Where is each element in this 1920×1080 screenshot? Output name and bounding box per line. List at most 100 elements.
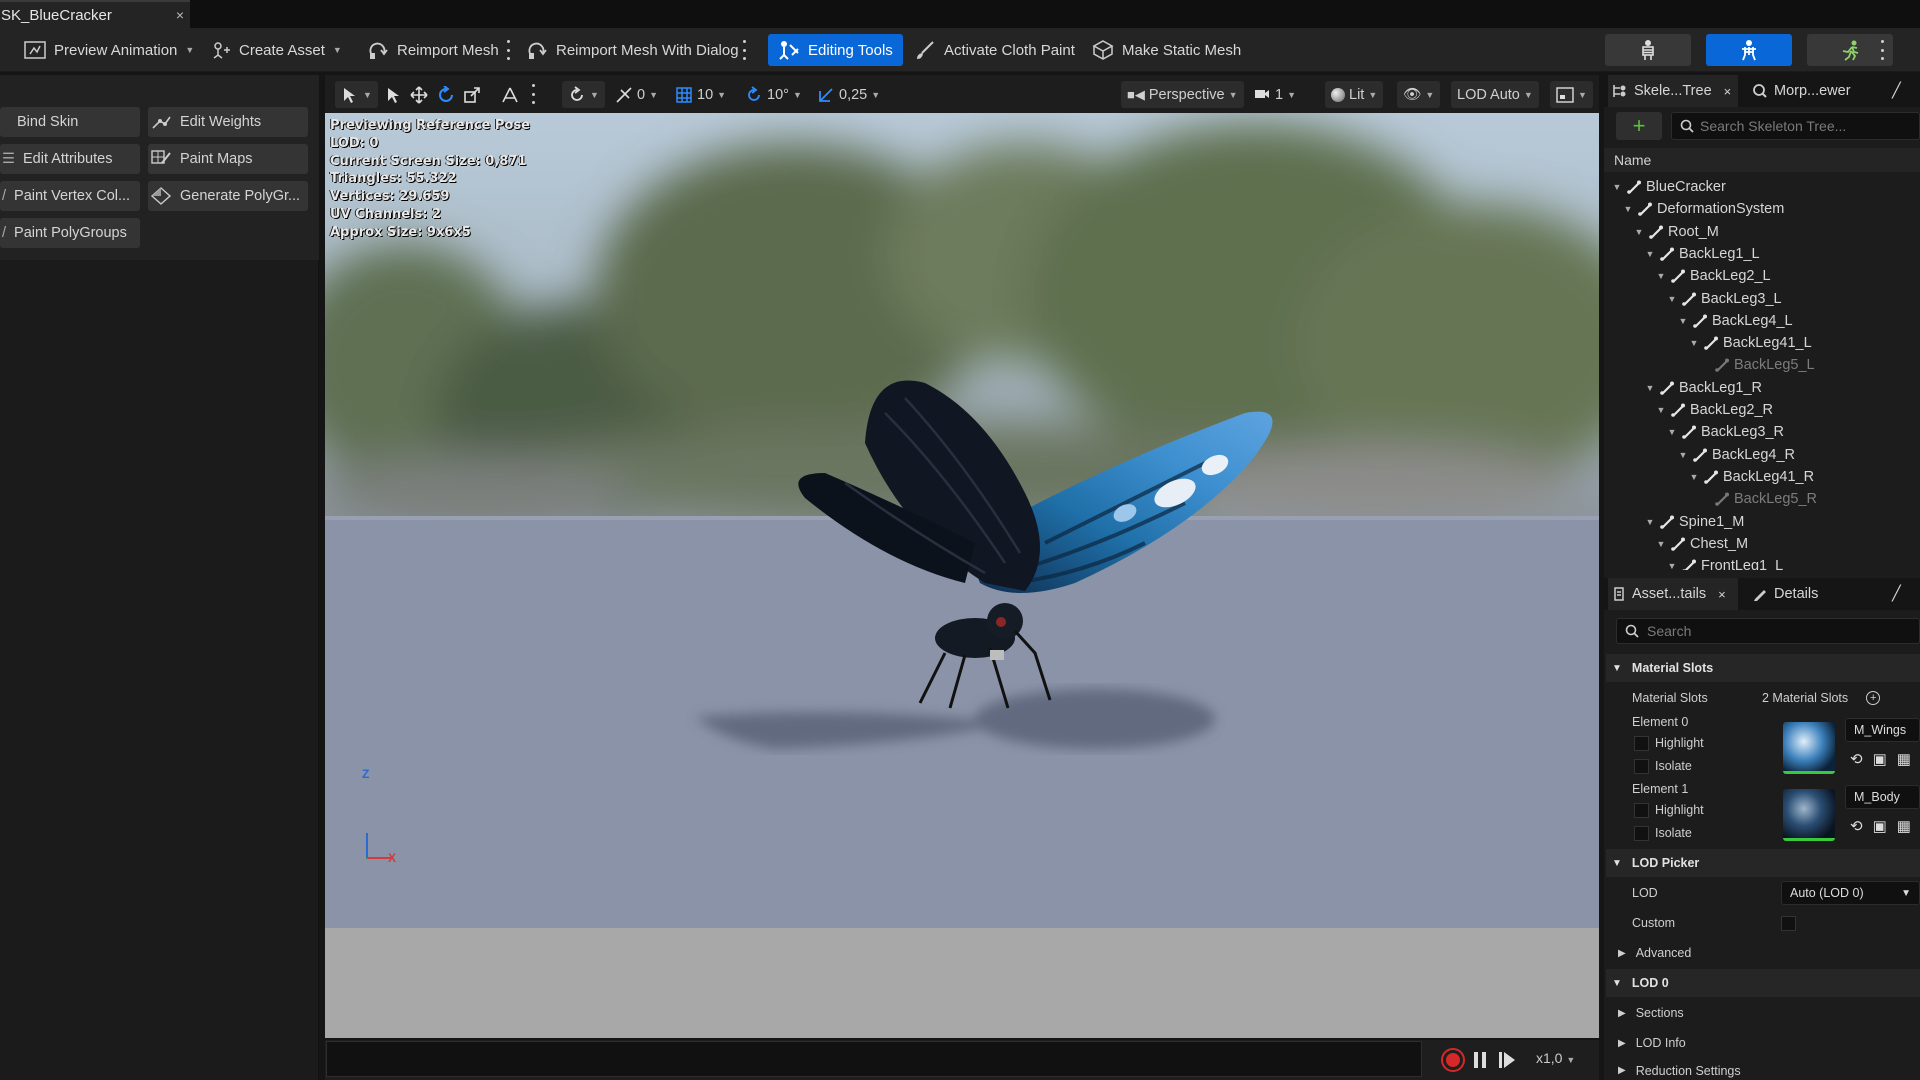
expand-arrow-icon[interactable]: ▼ [1612,182,1622,192]
translate-tool-icon[interactable] [410,81,428,108]
playback-speed-dropdown[interactable]: x1,0 ▼ [1536,1050,1575,1066]
bind-skin-button[interactable]: Bind Skin [0,107,140,137]
timeline-scrubber[interactable] [326,1041,1422,1077]
material-slots-category[interactable]: ▼ Material Slots [1606,654,1920,682]
document-tab[interactable]: SK_BlueCracker × [0,0,190,28]
bone-row[interactable]: ▼ BackLeg1_R [1645,378,1763,398]
record-button[interactable] [1441,1048,1465,1072]
checkbox[interactable] [1634,758,1649,774]
bone-row[interactable]: ▼ BackLeg41_R [1689,467,1815,487]
details-search-input[interactable]: Search [1616,618,1920,644]
transform-options-icon[interactable] [531,84,535,104]
bone-row[interactable]: ▼ BackLeg4_R [1678,445,1796,465]
show-flags-dropdown[interactable]: 👁 ▼ [1397,81,1441,108]
tab-overflow[interactable]: ╱ [1892,578,1901,610]
activate-cloth-paint-button[interactable]: Activate Cloth Paint [910,34,1079,66]
material-0-picker[interactable]: M_Wings [1845,718,1920,742]
bone-row[interactable]: ▼ BackLeg3_R [1667,422,1785,442]
scale-tool-icon[interactable] [463,81,481,108]
add-slot-icon[interactable]: + [1866,691,1881,705]
select-tool-icon[interactable] [385,81,401,108]
reimport-mesh-dialog-button[interactable]: Reimport Mesh With Dialog [522,34,743,66]
reimport-mesh-button[interactable]: Reimport Mesh [363,34,503,66]
view-mode-dropdown[interactable]: ■◀ Perspective ▼ [1121,81,1244,108]
reset-arrow-icon[interactable]: ⟲ [1850,750,1863,768]
expand-arrow-icon[interactable]: ▼ [1645,249,1655,259]
select-mode-dropdown[interactable]: ▼ [335,81,378,108]
scale-snap-toggle[interactable]: 0,25 ▼ [817,81,880,108]
lod-dropdown[interactable]: LOD Auto ▼ [1451,81,1539,108]
custom-checkbox[interactable] [1781,915,1796,931]
bone-row[interactable]: ▼ BlueCracker [1612,177,1726,197]
reimport-dialog-options-icon[interactable] [742,40,746,60]
expand-arrow-icon[interactable]: ▼ [1689,338,1699,348]
bone-row[interactable]: ▼ BackLeg2_R [1656,400,1774,420]
material-1-picker[interactable]: M_Body [1845,785,1920,809]
tab-skeleton-tree[interactable]: Skele...Tree × [1608,75,1738,107]
bone-row[interactable]: ▼ BackLeg2_L [1656,266,1771,286]
rotation-snap-toggle[interactable]: 10° ▼ [745,81,802,108]
surface-snap-toggle[interactable]: 0 ▼ [615,81,658,108]
expand-arrow-icon[interactable]: ▼ [1667,294,1677,304]
close-icon[interactable]: × [1718,587,1726,602]
lod-info-row[interactable]: ▶ LOD Info [1612,1031,1920,1055]
bone-row[interactable]: ▼ Chest_M [1656,534,1749,554]
edit-attributes-button[interactable]: ☰ Edit Attributes [0,144,140,174]
use-selected-icon[interactable]: ▦ [1897,750,1911,768]
tab-asset-details[interactable]: Asset...tails × [1608,578,1738,610]
reset-arrow-icon[interactable]: ⟲ [1850,817,1863,835]
reimport-options-icon[interactable] [506,40,510,60]
browse-folder-icon[interactable]: ▣ [1873,817,1887,835]
reduction-settings-row[interactable]: ▶ Reduction Settings [1612,1061,1920,1080]
make-static-mesh-button[interactable]: Make Static Mesh [1088,34,1245,66]
tab-overflow[interactable]: ╱ [1892,75,1901,107]
skeletal-mesh-mode-button[interactable] [1706,34,1792,66]
expand-arrow-icon[interactable]: ▼ [1678,450,1688,460]
bone-row[interactable]: ▼ BackLeg1_L [1645,244,1760,264]
advanced-row[interactable]: ▶ Advanced [1612,941,1920,965]
expand-arrow-icon[interactable]: ▼ [1667,561,1677,570]
expand-arrow-icon[interactable]: ▼ [1667,427,1677,437]
editing-tools-button[interactable]: Editing Tools [768,34,903,66]
step-forward-button[interactable] [1497,1050,1517,1070]
generate-polygroups-button[interactable]: Generate PolyGr... [148,181,308,211]
bone-row[interactable]: ▼ DeformationSystem [1623,199,1785,219]
pause-button[interactable] [1472,1050,1488,1070]
grid-snap-toggle[interactable]: 10 ▼ [675,81,726,108]
rotate-tool-icon[interactable] [437,81,455,108]
close-tab-icon[interactable]: × [176,7,184,23]
bone-row[interactable]: ▼ BackLeg4_L [1678,311,1793,331]
expand-arrow-icon[interactable]: ▼ [1623,204,1633,214]
lod-select[interactable]: Auto (LOD 0) ▼ [1781,881,1920,905]
camera-speed-dropdown[interactable]: 1 ▼ [1253,81,1296,108]
paint-vertex-color-button[interactable]: / Paint Vertex Col... [0,181,140,211]
expand-arrow-icon[interactable]: ▼ [1656,271,1666,281]
expand-arrow-icon[interactable]: ▼ [1645,383,1655,393]
paint-maps-button[interactable]: Paint Maps [148,144,308,174]
expand-arrow-icon[interactable]: ▼ [1656,539,1666,549]
pivot-tool-icon[interactable] [501,81,519,108]
coordinate-space-dropdown[interactable]: ▼ [562,81,605,108]
material-1-thumbnail[interactable] [1783,789,1835,841]
expand-arrow-icon[interactable]: ▼ [1689,472,1699,482]
expand-arrow-icon[interactable]: ▼ [1645,517,1655,527]
expand-arrow-icon[interactable]: ▼ [1678,316,1688,326]
lighting-dropdown[interactable]: Lit ▼ [1325,81,1384,108]
edit-weights-button[interactable]: Edit Weights [148,107,308,137]
close-icon[interactable]: × [1724,84,1732,99]
expand-arrow-icon[interactable]: ▼ [1656,405,1666,415]
expand-arrow-icon[interactable]: ▼ [1634,227,1644,237]
material-0-thumbnail[interactable] [1783,722,1835,774]
paint-polygroups-button[interactable]: / Paint PolyGroups [0,218,140,248]
lod0-category[interactable]: ▼ LOD 0 [1606,969,1920,997]
tab-details[interactable]: Details [1752,578,1818,610]
bone-row[interactable]: ▼ Spine1_M [1645,512,1745,532]
tree-column-header[interactable]: Name [1604,148,1920,172]
viewport-layout-dropdown[interactable]: ▼ [1550,81,1593,108]
checkbox[interactable] [1634,802,1649,818]
preview-animation-button[interactable]: Preview Animation ▼ [20,34,198,66]
browse-folder-icon[interactable]: ▣ [1873,750,1887,768]
skeleton-mode-button[interactable] [1605,34,1691,66]
tab-morph-viewer[interactable]: Morp...ewer [1752,75,1851,107]
bone-row[interactable]: ▼ FrontLeg1_L [1667,556,1783,570]
